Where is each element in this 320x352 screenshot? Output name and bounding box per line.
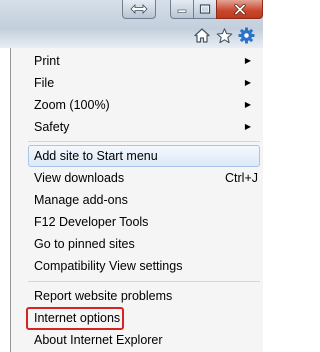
menu-item-add-site-to-start-menu[interactable]: Add site to Start menu — [28, 145, 260, 167]
gear-icon — [238, 27, 255, 44]
minimize-icon — [177, 9, 187, 13]
tools-button[interactable] — [238, 27, 255, 44]
menu-separator — [28, 141, 260, 142]
submenu-arrow-icon: ▶ — [244, 100, 251, 109]
submenu-arrow-icon: ▶ — [244, 78, 251, 87]
submenu-arrow-icon: ▶ — [244, 122, 251, 131]
menu-item-label: Compatibility View settings — [34, 259, 183, 273]
menu-item-f12-developer-tools[interactable]: F12 Developer Tools — [32, 211, 258, 233]
menu-item-safety[interactable]: Safety ▶ — [32, 116, 258, 138]
menu-item-label: View downloads — [34, 171, 125, 185]
menu-item-label: Manage add-ons — [34, 193, 128, 207]
menu-item-print[interactable]: Print ▶ — [32, 50, 258, 72]
minimize-button[interactable] — [170, 0, 194, 19]
double-arrow-icon — [130, 4, 148, 14]
swap-window-button[interactable] — [122, 0, 156, 19]
menu-item-label: About Internet Explorer — [34, 333, 163, 347]
title-bar — [0, 0, 263, 48]
menu-item-go-to-pinned-sites[interactable]: Go to pinned sites — [32, 233, 258, 255]
menu-item-label: Zoom (100%) — [34, 98, 110, 112]
menu-item-zoom[interactable]: Zoom (100%) ▶ — [32, 94, 258, 116]
menu-item-manage-add-ons[interactable]: Manage add-ons — [32, 189, 258, 211]
menu-item-report-website-problems[interactable]: Report website problems — [32, 285, 258, 307]
menu-item-view-downloads[interactable]: View downloads Ctrl+J — [32, 167, 258, 189]
menu-item-file[interactable]: File ▶ — [32, 72, 258, 94]
menu-item-label: Report website problems — [34, 289, 173, 303]
menu-item-label: Print — [34, 54, 60, 68]
menu-item-label: File — [34, 76, 55, 90]
star-icon — [216, 27, 233, 43]
menu-item-label: F12 Developer Tools — [34, 215, 149, 229]
menu-separator — [28, 281, 260, 282]
menu-item-shortcut: Ctrl+J — [225, 171, 258, 185]
close-icon — [233, 3, 246, 15]
menu-item-label: Go to pinned sites — [34, 237, 135, 251]
submenu-arrow-icon: ▶ — [244, 56, 251, 65]
menu-item-label: Add site to Start menu — [34, 149, 158, 163]
maximize-icon — [199, 4, 211, 14]
menu-item-compatibility-view-settings[interactable]: Compatibility View settings — [32, 255, 258, 277]
menu-item-label: Safety — [34, 120, 70, 134]
home-icon — [193, 28, 210, 43]
menu-item-about-internet-explorer[interactable]: About Internet Explorer — [32, 329, 258, 351]
tools-menu: Print ▶ File ▶ Zoom (100%) ▶ Safety ▶ Ad… — [10, 48, 263, 352]
maximize-button[interactable] — [193, 0, 217, 19]
home-button[interactable] — [193, 27, 210, 44]
favorites-button[interactable] — [216, 27, 233, 44]
close-button[interactable] — [216, 0, 263, 19]
highlight-annotation — [26, 307, 124, 330]
